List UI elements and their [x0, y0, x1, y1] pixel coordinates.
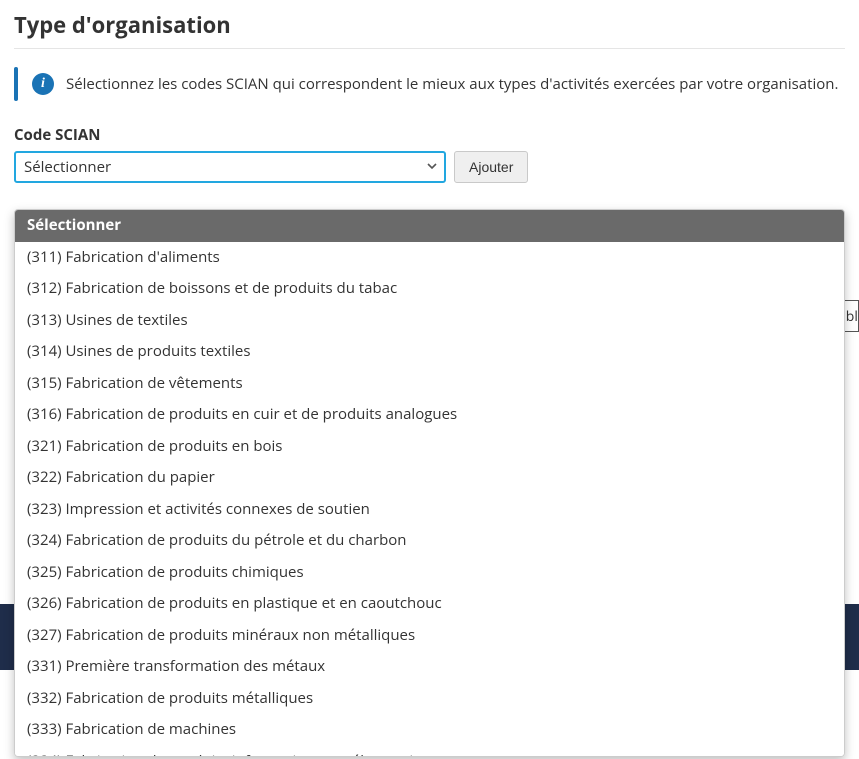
code-scian-select[interactable]: Sélectionner — [14, 151, 446, 183]
dropdown-option[interactable]: (332) Fabrication de produits métallique… — [15, 683, 844, 715]
dropdown-option[interactable]: (334) Fabrication de produits informatiq… — [15, 746, 844, 758]
chevron-down-icon — [426, 157, 438, 177]
info-text: Sélectionnez les codes SCIAN qui corresp… — [66, 74, 838, 94]
dropdown-option[interactable]: (327) Fabrication de produits minéraux n… — [15, 620, 844, 652]
dropdown-option[interactable]: (333) Fabrication de machines — [15, 714, 844, 746]
dropdown-option[interactable]: (312) Fabrication de boissons et de prod… — [15, 273, 844, 305]
code-scian-dropdown[interactable]: Sélectionner (311) Fabrication d'aliment… — [14, 209, 845, 757]
add-button[interactable]: Ajouter — [454, 151, 528, 183]
dropdown-option[interactable]: (316) Fabrication de produits en cuir et… — [15, 399, 844, 431]
dropdown-option[interactable]: (321) Fabrication de produits en bois — [15, 431, 844, 463]
info-accent-bar — [14, 67, 18, 101]
info-icon: i — [32, 73, 54, 95]
dropdown-option[interactable]: (324) Fabrication de produits du pétrole… — [15, 525, 844, 557]
dropdown-option[interactable]: (325) Fabrication de produits chimiques — [15, 557, 844, 589]
dropdown-option[interactable]: (331) Première transformation des métaux — [15, 651, 844, 683]
dropdown-option-placeholder[interactable]: Sélectionner — [15, 210, 844, 242]
dropdown-option[interactable]: (323) Impression et activités connexes d… — [15, 494, 844, 526]
select-value: Sélectionner — [24, 157, 111, 177]
dropdown-option[interactable]: (315) Fabrication de vêtements — [15, 368, 844, 400]
dropdown-option[interactable]: (322) Fabrication du papier — [15, 462, 844, 494]
dropdown-option[interactable]: (314) Usines de produits textiles — [15, 336, 844, 368]
field-label-code-scian: Code SCIAN — [14, 125, 845, 145]
page-title: Type d'organisation — [14, 10, 845, 40]
info-callout: i Sélectionnez les codes SCIAN qui corre… — [14, 67, 845, 101]
divider — [14, 48, 845, 49]
dropdown-option[interactable]: (313) Usines de textiles — [15, 305, 844, 337]
dropdown-option[interactable]: (311) Fabrication d'aliments — [15, 242, 844, 274]
dropdown-option[interactable]: (326) Fabrication de produits en plastiq… — [15, 588, 844, 620]
